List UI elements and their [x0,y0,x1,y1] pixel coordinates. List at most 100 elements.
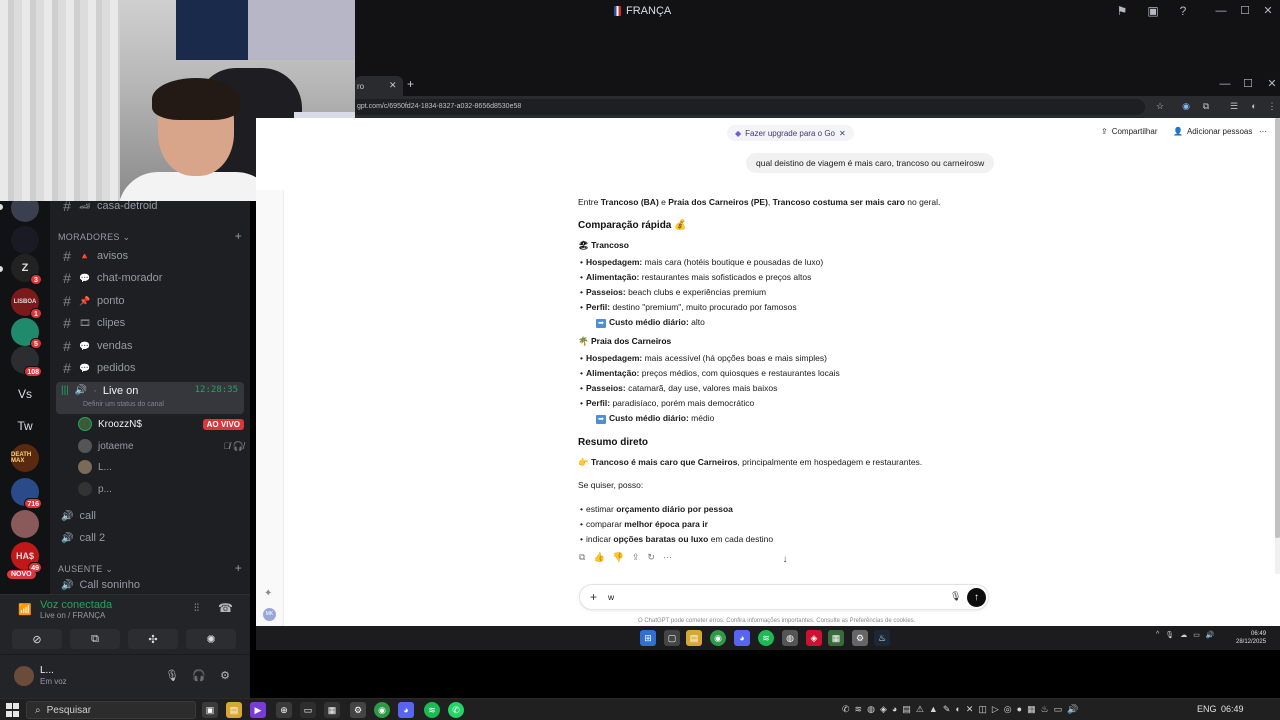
file-explorer-icon[interactable]: ▤ [226,702,242,718]
category-ausente[interactable]: AUSENTE ⌄ + [58,561,242,575]
app-icon[interactable]: ◍ [867,704,875,715]
new-tab-icon[interactable]: + [407,77,414,91]
guild-5[interactable]: 108 [11,346,42,377]
app-icon[interactable]: ◈ [806,630,822,646]
avatar[interactable] [14,666,34,686]
app-icon[interactable]: ⚠ [916,704,924,715]
app-icon[interactable]: ▦ [1027,704,1036,715]
more-options-icon[interactable]: ··· [663,552,672,563]
guild-2[interactable]: Z3 [11,254,42,285]
add-people-button[interactable]: 👤 Adicionar pessoas [1173,127,1252,136]
microphone-icon[interactable]: 🎙 [950,591,961,602]
scrollbar[interactable] [1275,118,1280,574]
voice-channel-live-on[interactable]: ||| 🔊 · Live on 12:28:35 Definir um stat… [56,382,244,414]
screen-share-button[interactable]: ⧉ [70,629,120,649]
app-icon[interactable]: ▦ [828,630,844,646]
guild-7[interactable]: Tw [11,412,39,440]
settings-icon[interactable]: ⚙ [852,630,868,646]
app-icon[interactable]: ◐ [955,704,960,715]
chrome-icon[interactable]: ◉ [710,630,726,646]
message-composer[interactable]: + w 🎙 ↑ [579,584,989,610]
more-menu-icon[interactable]: ⋮ [1265,99,1279,113]
file-explorer-icon[interactable]: ▤ [686,630,702,646]
app-icon[interactable]: ◫ [978,704,987,715]
mic-muted-icon[interactable]: 🎙 [1165,631,1174,639]
activities-button[interactable]: ✣ [128,629,178,649]
task-view-icon[interactable]: ▣ [202,702,218,718]
taskbar-clock[interactable]: 06:49 [1221,704,1244,714]
sparkle-icon[interactable]: ✦ [264,588,272,599]
send-button[interactable]: ↑ [967,588,986,607]
taskbar-search[interactable]: ⌕ Pesquisar [26,701,196,719]
volume-icon[interactable]: 🔊 [1206,631,1215,639]
upgrade-banner[interactable]: ◆ Fazer upgrade para o Go ✕ [727,125,854,141]
voice-channel-call-soninho[interactable]: 🔊 Call soninho [56,578,244,592]
discord-icon[interactable]: ◕ [398,702,414,718]
voice-user-kroozzn[interactable]: KroozzN$ AO VIVO [78,415,244,433]
soundboard-button[interactable]: ✺ [186,629,236,649]
network-icon[interactable]: ▭ [1054,704,1063,715]
inbox-icon[interactable]: ▣ [1145,3,1161,19]
minimize-button[interactable]: — [1213,3,1229,19]
extension-icon[interactable]: ◉ [1179,99,1193,113]
channel-clipes[interactable]: # 🎞 clipes [56,313,244,333]
channel-chat-morador[interactable]: # 💬 chat-morador [56,268,244,288]
discord-icon[interactable]: ◕ [734,630,750,646]
voice-user-l[interactable]: L... [78,458,244,476]
browser-minimize-button[interactable]: — [1217,76,1233,92]
share-icon[interactable]: ⇪ [632,552,640,563]
volume-icon[interactable]: 🔊 [1067,704,1078,715]
thumbs-down-icon[interactable]: 👎 [613,552,624,563]
voice-user-p[interactable]: p... [78,480,244,498]
scrollbar-thumb[interactable] [1275,118,1280,538]
maximize-button[interactable]: ☐ [1237,3,1253,19]
microphone-icon[interactable]: 🎙 [165,669,179,683]
whatsapp-icon[interactable]: ✆ [448,702,464,718]
app-icon[interactable]: ● [1017,704,1022,715]
spotify-icon[interactable]: ≋ [424,702,440,718]
spotify-icon[interactable]: ≋ [855,704,863,715]
whatsapp-icon[interactable]: ✆ [842,704,850,715]
more-options-icon[interactable]: ··· [1259,127,1267,136]
tab-search-icon[interactable]: ☰ [1227,99,1241,113]
channel-status-hint[interactable]: Definir um status do canal [83,401,164,408]
guild-8[interactable]: DEATH MAX [11,444,39,472]
guild-4[interactable]: 5 [11,318,42,349]
headphones-icon[interactable]: 🎧 [192,669,206,683]
voice-channel-call[interactable]: 🔊 call [56,506,244,526]
app-icon[interactable]: ✕ [966,704,974,715]
guild-1[interactable] [11,226,39,254]
regenerate-icon[interactable]: ↻ [647,552,655,563]
guild-10[interactable] [11,510,39,538]
voice-channel-call-2[interactable]: 🔊 call 2 [56,528,244,548]
guild-9[interactable]: 716 [11,478,42,509]
signal-icon[interactable]: 📶 [18,603,32,616]
discord-icon[interactable]: ◕ [892,704,897,715]
app-icon[interactable]: ✎ [943,704,951,715]
input-language[interactable]: ENG [1197,704,1217,714]
steam-icon[interactable]: ♨ [874,630,890,646]
steam-icon[interactable]: ♨ [1041,704,1049,715]
close-icon[interactable]: ✕ [839,129,846,138]
network-icon[interactable]: ▭ [1193,631,1200,639]
app-icon[interactable]: ⊕ [276,702,292,718]
settings-icon[interactable]: ⚙ [350,702,366,718]
close-tab-icon[interactable]: ✕ [389,80,397,91]
extensions-icon[interactable]: ⧉ [1199,99,1213,113]
attach-plus-icon[interactable]: + [590,590,597,604]
guild-6[interactable]: Vs [11,380,39,408]
guild-3[interactable]: LISBOA 1 [11,288,42,319]
address-bar[interactable]: gpt.com/c/6950fd24-1834-8327-a032-8656d8… [355,99,1145,115]
app-icon[interactable]: ▷ [992,704,999,715]
app-icon[interactable]: ▦ [324,702,340,718]
app-icon[interactable]: ▶ [250,702,266,718]
close-button[interactable]: ✕ [1260,3,1276,19]
browser-close-button[interactable]: ✕ [1264,76,1280,92]
channel-ponto[interactable]: # 📌 ponto [56,291,244,311]
app-icon[interactable]: ▭ [300,702,316,718]
spotify-icon[interactable]: ≋ [758,630,774,646]
category-moradores[interactable]: MORADORES ⌄ + [58,229,242,243]
copy-icon[interactable]: ⧉ [579,552,585,563]
bookmark-star-icon[interactable]: ☆ [1153,99,1167,113]
scroll-down-icon[interactable]: ↓ [779,554,791,566]
